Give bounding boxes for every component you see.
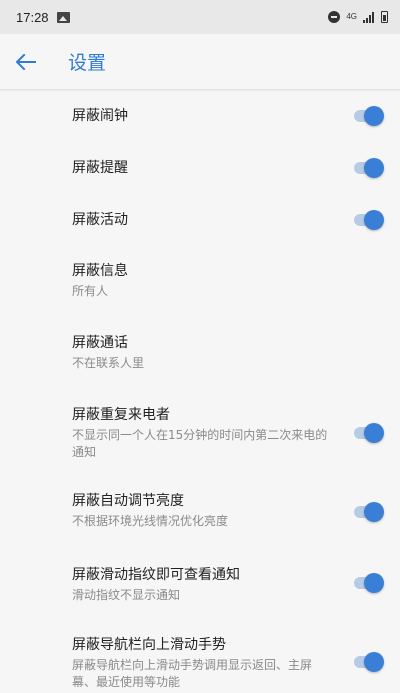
- battery-icon: [381, 11, 388, 23]
- setting-block-events[interactable]: 屏蔽活动: [0, 194, 400, 246]
- toggle-block-repeat-callers[interactable]: [352, 423, 384, 443]
- setting-title: 屏蔽信息: [72, 263, 128, 279]
- setting-block-auto-brightness[interactable]: 屏蔽自动调节亮度 不根据环境光线情况优化亮度: [0, 476, 400, 548]
- toggle-block-events[interactable]: [352, 210, 384, 230]
- setting-summary: 不根据环境光线情况优化亮度: [72, 514, 229, 528]
- app-bar: 设置: [0, 34, 400, 90]
- setting-block-repeat-callers[interactable]: 屏蔽重复来电者 不显示同一个人在15分钟的时间内第二次来电的通知: [0, 390, 400, 476]
- status-icons: 4G: [328, 11, 388, 23]
- setting-summary: 不显示同一个人在15分钟的时间内第二次来电的通知: [72, 428, 328, 459]
- image-icon: [56, 11, 70, 23]
- page-title: 设置: [68, 52, 107, 74]
- setting-summary: 滑动指纹不显示通知: [72, 588, 181, 602]
- toggle-block-auto-brightness[interactable]: [352, 502, 384, 522]
- toggle-block-reminders[interactable]: [352, 158, 384, 178]
- setting-title: 屏蔽通话: [72, 335, 128, 351]
- setting-title: 屏蔽闹钟: [72, 108, 128, 124]
- setting-summary: 屏蔽导航栏向上滑动手势调用显示返回、主屏幕、最近使用等功能: [72, 658, 313, 689]
- setting-block-reminders[interactable]: 屏蔽提醒: [0, 142, 400, 194]
- setting-summary: 所有人: [72, 284, 109, 298]
- signal-icon: [363, 11, 375, 23]
- back-button[interactable]: [0, 34, 54, 89]
- setting-title: 屏蔽重复来电者: [72, 407, 170, 423]
- setting-summary: 不在联系人里: [72, 356, 145, 370]
- setting-block-fingerprint-swipe[interactable]: 屏蔽滑动指纹即可查看通知 滑动指纹不显示通知: [0, 548, 400, 618]
- toggle-block-nav-swipe-up[interactable]: [352, 652, 384, 672]
- settings-screen: 17:28 4G 设置 屏蔽闹钟 屏蔽提醒 屏蔽活动 屏蔽信息 所有人 屏蔽通话…: [0, 0, 400, 693]
- setting-block-messages[interactable]: 屏蔽信息 所有人: [0, 246, 400, 318]
- toggle-block-fingerprint-swipe[interactable]: [352, 573, 384, 593]
- setting-block-calls[interactable]: 屏蔽通话 不在联系人里: [0, 318, 400, 390]
- network-type: 4G: [346, 12, 357, 21]
- status-time: 17:28: [16, 9, 49, 25]
- do-not-disturb-icon: [328, 11, 341, 23]
- setting-block-alarms[interactable]: 屏蔽闹钟: [0, 90, 400, 142]
- setting-title: 屏蔽活动: [72, 212, 128, 228]
- status-bar: 17:28 4G: [0, 0, 400, 34]
- setting-title: 屏蔽滑动指纹即可查看通知: [72, 567, 240, 583]
- toggle-block-alarms[interactable]: [352, 106, 384, 126]
- setting-block-nav-swipe-up[interactable]: 屏蔽导航栏向上滑动手势 屏蔽导航栏向上滑动手势调用显示返回、主屏幕、最近使用等功…: [0, 618, 400, 693]
- setting-title: 屏蔽提醒: [72, 160, 128, 176]
- setting-title: 屏蔽导航栏向上滑动手势: [72, 637, 226, 653]
- arrow-left-icon: [16, 53, 36, 70]
- setting-title: 屏蔽自动调节亮度: [72, 493, 184, 509]
